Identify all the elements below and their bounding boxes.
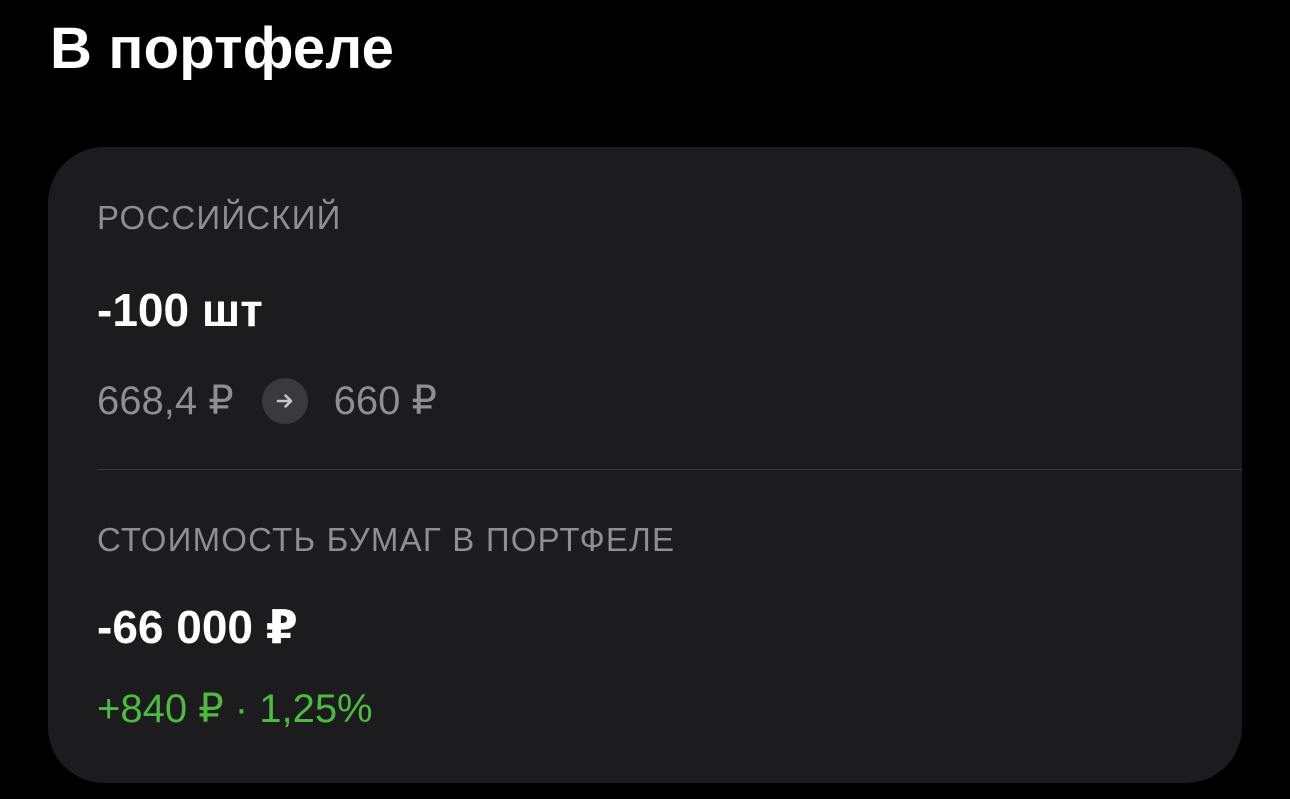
arrow-right-icon (261, 378, 308, 424)
price-to: 660 ₽ (333, 379, 437, 423)
value-label: СТОИМОСТЬ БУМАГ В ПОРТФЕЛЕ (97, 521, 676, 558)
price-from: 668,4 ₽ (97, 379, 234, 423)
page-title: В портфеле (50, 16, 395, 81)
market-label: РОССИЙСКИЙ (97, 199, 342, 236)
portfolio-page: В портфеле РОССИЙСКИЙ -100 шт 668,4 ₽ 66… (0, 0, 1290, 799)
price-change-row: 668,4 ₽ 660 ₽ (97, 376, 437, 426)
portfolio-value: -66 000 ₽ (97, 601, 298, 653)
value-change: +840 ₽ · 1,25% (97, 687, 373, 731)
quantity-value: -100 шт (97, 284, 263, 336)
divider (97, 469, 1242, 470)
portfolio-card: РОССИЙСКИЙ -100 шт 668,4 ₽ 660 ₽ СТОИМОС… (48, 147, 1242, 783)
